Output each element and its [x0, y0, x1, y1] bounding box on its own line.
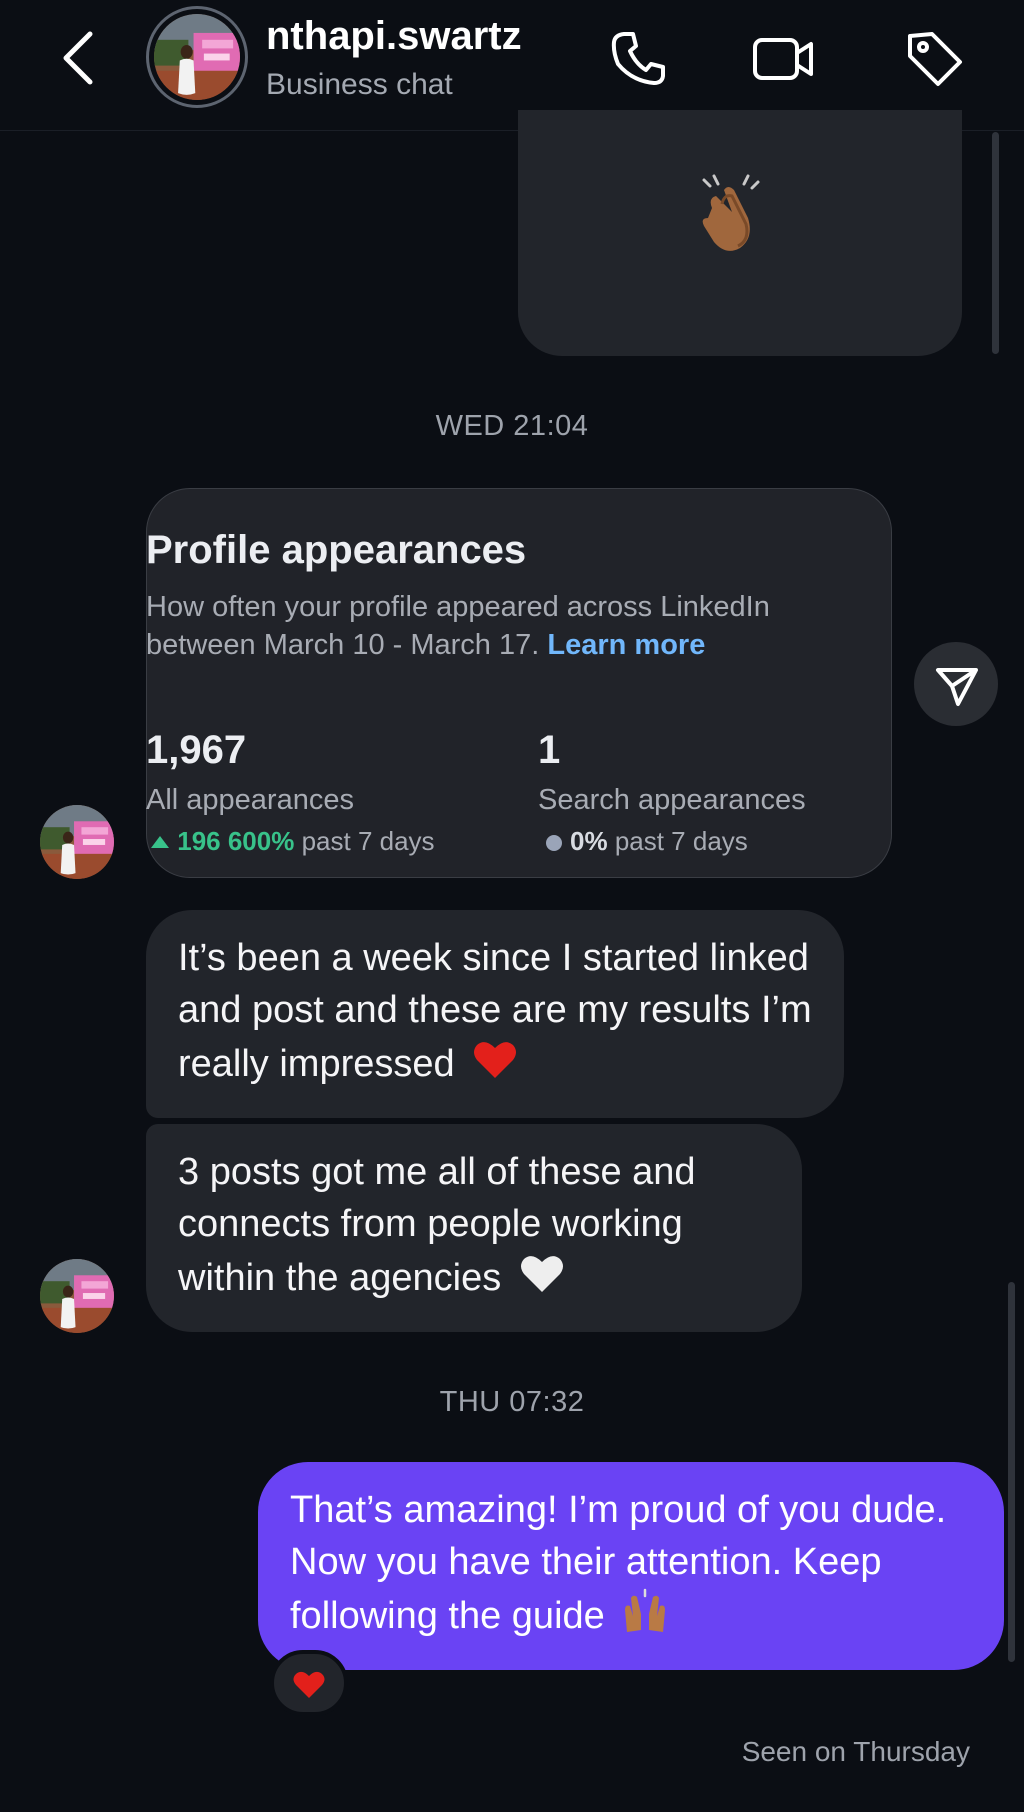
learn-more-link[interactable]: Learn more — [547, 629, 705, 661]
video-call-button[interactable] — [752, 26, 816, 90]
sender-avatar[interactable] — [40, 805, 114, 879]
triangle-up-icon — [151, 836, 169, 848]
label-button[interactable] — [902, 26, 966, 90]
message-text: That’s amazing! I’m proud of you dude. N… — [290, 1489, 947, 1637]
back-button[interactable] — [56, 26, 106, 90]
timestamp: THU 07:32 — [439, 1386, 585, 1418]
back-chevron-icon — [63, 31, 93, 85]
paper-plane-icon — [936, 668, 978, 706]
stat-label-all: All appearances — [146, 784, 354, 816]
voice-call-button[interactable] — [606, 26, 670, 90]
profile-avatar[interactable] — [146, 6, 248, 108]
timestamp: WED 21:04 — [435, 410, 589, 442]
scrollbar-lower[interactable] — [1008, 1282, 1015, 1662]
stat-period: past 7 days — [301, 826, 435, 856]
phone-icon — [611, 32, 665, 85]
tag-icon — [908, 32, 962, 86]
avatar-photo — [40, 1259, 114, 1333]
stat-change-search: 0% past 7 days — [542, 826, 748, 857]
stat-label-search: Search appearances — [538, 784, 806, 816]
red-heart-icon — [293, 1671, 325, 1698]
white-heart-icon — [520, 1256, 563, 1292]
message-reaction[interactable] — [270, 1650, 348, 1716]
clapping-hands-icon — [688, 168, 778, 258]
stat-change-value: 0% — [570, 826, 608, 856]
scrollbar-upper[interactable] — [992, 132, 999, 354]
stat-change-all: 196 600% past 7 days — [150, 826, 435, 857]
chat-subtitle: Business chat — [266, 68, 453, 101]
red-heart-icon — [474, 1042, 517, 1078]
share-button[interactable] — [914, 642, 998, 726]
incoming-message[interactable]: It’s been a week since I started linked … — [146, 910, 844, 1118]
avatar-photo — [154, 14, 240, 100]
stat-value-all: 1,967 — [146, 728, 247, 772]
incoming-message[interactable]: 3 posts got me all of these and connects… — [146, 1124, 802, 1332]
video-camera-icon — [753, 38, 813, 80]
chat-username[interactable]: nthapi.swartz — [266, 14, 522, 59]
read-receipt: Seen on Thursday — [741, 1736, 970, 1767]
stat-change-value: 196 600% — [177, 826, 295, 856]
card-title: Profile appearances — [146, 528, 527, 572]
stat-value-search: 1 — [538, 728, 561, 772]
avatar-photo — [40, 805, 114, 879]
raising-hands-icon — [625, 1588, 666, 1632]
sender-avatar[interactable] — [40, 1259, 114, 1333]
outgoing-message[interactable]: That’s amazing! I’m proud of you dude. N… — [258, 1462, 1004, 1670]
neutral-dot-icon — [546, 835, 562, 851]
message-text: 3 posts got me all of these and connects… — [178, 1151, 696, 1299]
card-description: How often your profile appeared across L… — [146, 588, 886, 664]
stat-period: past 7 days — [614, 826, 748, 856]
